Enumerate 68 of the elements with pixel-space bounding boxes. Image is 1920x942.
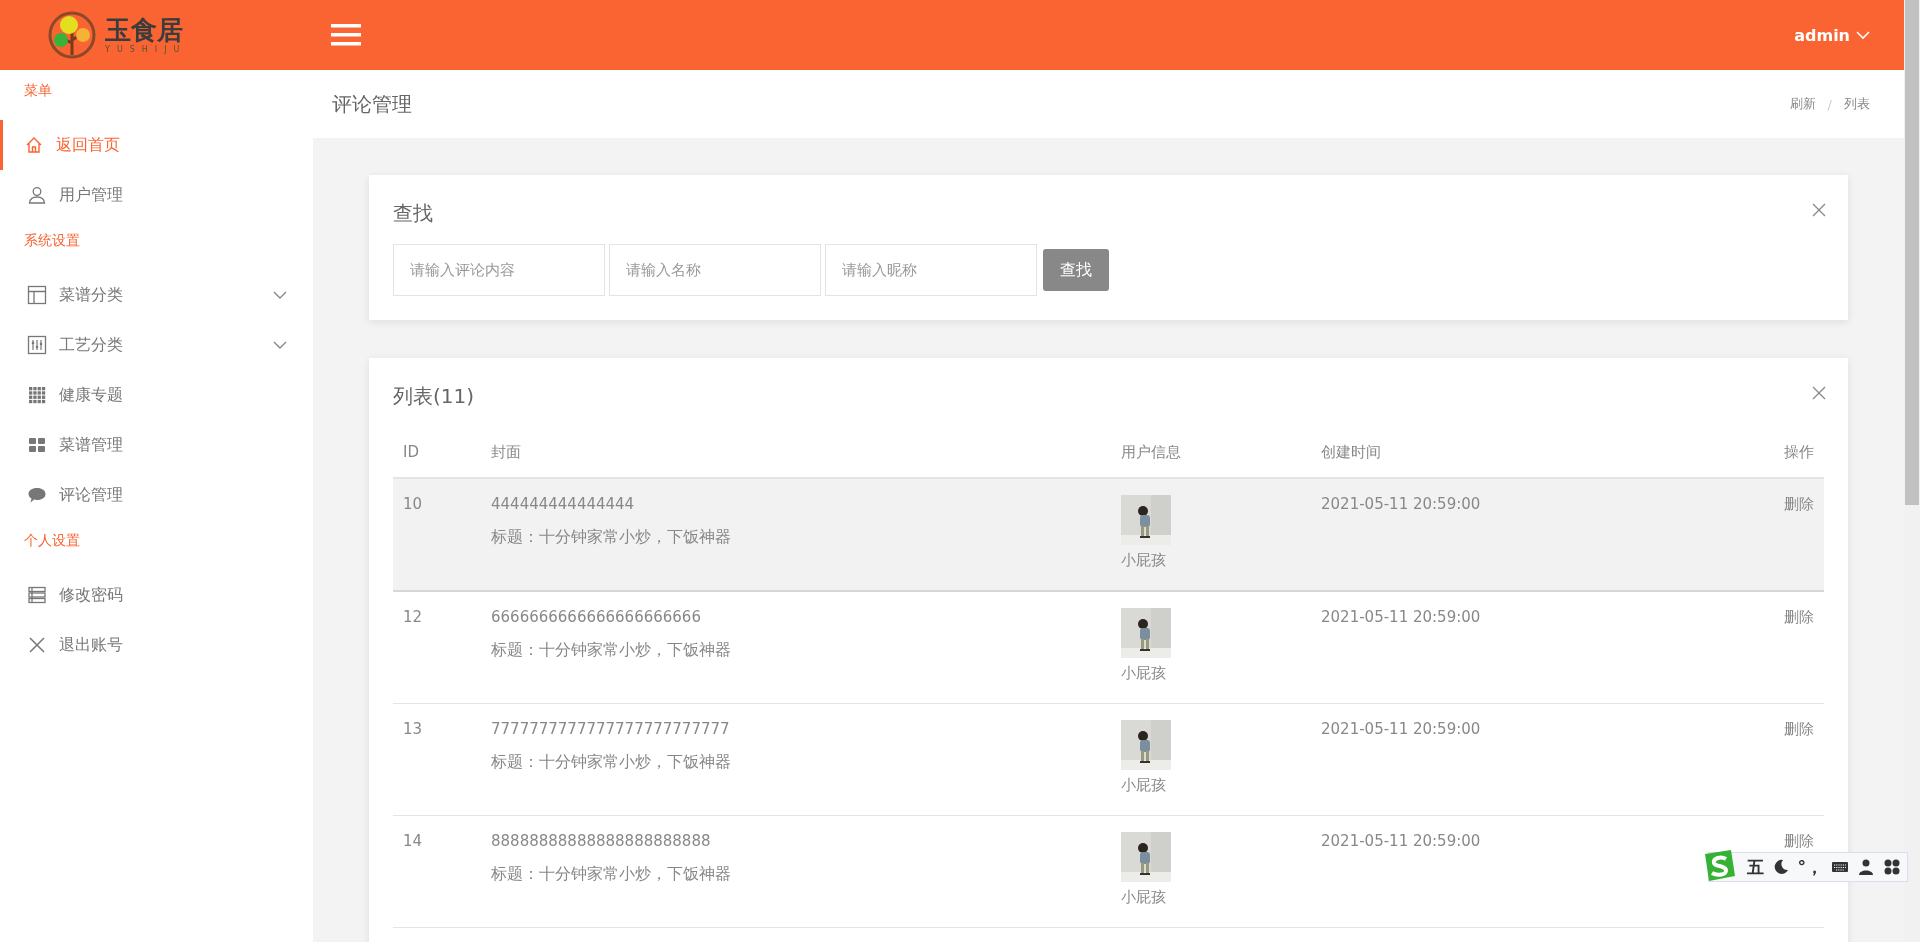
table-cell: 2021-05-11 20:59:00 <box>1311 703 1713 816</box>
sidebar-item[interactable]: 菜谱分类 <box>0 270 313 320</box>
section-title: 个人设置 <box>23 531 81 550</box>
recipe-title: 标题：十分钟家常小炒，下饭神器 <box>491 864 732 885</box>
search-field[interactable]: 请输入评论内容 <box>393 244 605 296</box>
recipe-title: 标题：十分钟家常小炒，下饭神器 <box>491 640 732 661</box>
sidebar-item[interactable]: 评论管理 <box>0 470 313 520</box>
table-row[interactable]: 12 6666666666666666666666 标题：十分钟家常小炒，下饭神器 小屁孩 2021-05-11 20:59:00 删除 <box>393 591 1824 704</box>
search-button[interactable]: 查找 <box>1043 249 1109 291</box>
card-title: 列表(11) <box>393 384 475 408</box>
sidebar-item[interactable]: 用户管理 <box>0 170 313 220</box>
user-nickname: 小屁孩 <box>1121 664 1167 683</box>
close-icon <box>27 635 47 655</box>
delete-link[interactable]: 删除 <box>1784 608 1814 626</box>
search-field[interactable]: 请输入昵称 <box>825 244 1037 296</box>
delete-link[interactable]: 删除 <box>1784 832 1814 850</box>
recipe-title: 标题：十分钟家常小炒，下饭神器 <box>491 527 732 548</box>
sidebar-item[interactable]: 退出账号 <box>0 620 313 670</box>
sidebar-item[interactable]: 健康专题 <box>0 370 313 420</box>
card-title: 查找 <box>393 201 433 225</box>
table-cell: 2021-05-11 20:59:00 <box>1311 591 1713 704</box>
tree-logo-icon <box>47 10 97 60</box>
caret-icon <box>1856 30 1870 40</box>
comment-text: 88888888888888888888888 <box>491 832 712 850</box>
table-row[interactable]: 10 444444444444444 标题：十分钟家常小炒，下饭神器 小屁孩 2021-05-11 20:59:00 删除 <box>393 478 1824 591</box>
search-field[interactable]: 请输入名称 <box>609 244 821 296</box>
scrollbar-thumb[interactable] <box>1905 0 1919 505</box>
scrollbar[interactable] <box>1904 0 1920 942</box>
input-mode[interactable]: 五 <box>1746 855 1764 879</box>
breadcrumb-link[interactable]: 刷新 <box>1789 95 1816 113</box>
sidebar-item[interactable]: 工艺分类 <box>0 320 313 370</box>
comment-text: 444444444444444 <box>491 495 636 513</box>
user-icon <box>27 185 47 205</box>
table-cell: 14 <box>393 815 481 928</box>
sidebar-item[interactable]: 菜谱管理 <box>0 420 313 470</box>
close-icon[interactable] <box>1812 203 1826 217</box>
user-menu[interactable]: admin <box>1794 25 1870 45</box>
punctuation-mode[interactable]: °， <box>1797 855 1823 879</box>
section-title: 菜单 <box>23 81 53 100</box>
sidebar-item[interactable]: 修改密码 <box>0 570 313 620</box>
page-title: 评论管理 <box>332 90 413 118</box>
breadcrumb-separator: / <box>1827 96 1832 112</box>
tiles-icon <box>27 435 47 455</box>
user-nickname: 小屁孩 <box>1121 551 1167 570</box>
home-icon <box>24 135 44 155</box>
logo-text: 玉食居 <box>105 15 183 45</box>
delete-link[interactable]: 删除 <box>1784 720 1814 738</box>
grid-icon <box>27 385 47 405</box>
layout-icon <box>27 285 47 305</box>
section-title: 系统设置 <box>23 231 81 250</box>
user-nickname: 小屁孩 <box>1121 776 1167 795</box>
menu-icon[interactable] <box>331 23 361 47</box>
close-icon[interactable] <box>1812 386 1826 400</box>
recipe-title: 标题：十分钟家常小炒，下饭神器 <box>491 752 732 773</box>
person-icon[interactable] <box>1857 858 1875 876</box>
comment-text: 6666666666666666666666 <box>491 608 702 626</box>
logo-subtitle: YUSHIJU <box>105 45 187 55</box>
clover-icon[interactable] <box>1883 858 1901 876</box>
list-icon <box>27 585 47 605</box>
breadcrumb-link[interactable]: 列表 <box>1844 95 1870 113</box>
speech-bubble-icon <box>27 485 47 505</box>
table-cell: 13 <box>393 703 481 816</box>
user-nickname: 小屁孩 <box>1121 888 1167 907</box>
sliders-icon <box>27 335 47 355</box>
table-row[interactable]: 13 7777777777777777777777777 标题：十分钟家常小炒，下饭神器 小屁孩 2021-05-11 20:59:00 删除 <box>393 703 1824 816</box>
table-cell: 12 <box>393 591 481 704</box>
comment-text: 7777777777777777777777777 <box>491 720 731 738</box>
delete-link[interactable]: 删除 <box>1784 495 1814 513</box>
